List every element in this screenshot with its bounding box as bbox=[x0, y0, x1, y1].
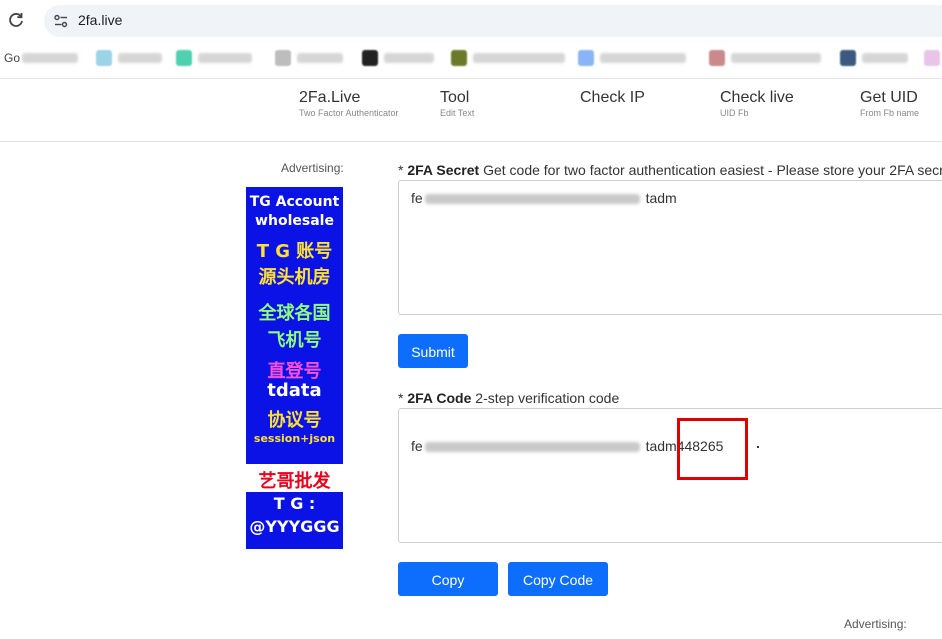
nav-subtitle: Two Factor Authenticator bbox=[299, 108, 399, 118]
blurred-bookmark-text bbox=[473, 53, 565, 63]
bookmark-icon bbox=[451, 50, 467, 66]
nav-2fa-live[interactable]: 2Fa.Live Two Factor Authenticator bbox=[299, 89, 399, 118]
nav-get-uid[interactable]: Get UID From Fb name bbox=[860, 89, 919, 118]
ad-banner[interactable]: TG Account wholesale T G 账号 源头机房 全球各国 飞机… bbox=[246, 187, 343, 549]
nav-title: Tool bbox=[440, 89, 470, 106]
copy-code-button[interactable]: Copy Code bbox=[508, 562, 608, 596]
cursor-dot bbox=[757, 446, 759, 448]
secret-prefix: fe bbox=[411, 190, 423, 206]
blurred-secret bbox=[424, 442, 640, 453]
nav-subtitle: Edit Text bbox=[440, 108, 475, 118]
nav-tool[interactable]: Tool Edit Text bbox=[440, 89, 474, 118]
bookmark-icon bbox=[840, 50, 856, 66]
bookmark-icon bbox=[275, 50, 291, 66]
ad-line: 源头机房 bbox=[258, 267, 331, 288]
ad-line: T G 账号 bbox=[256, 241, 333, 262]
site-settings-icon[interactable] bbox=[53, 13, 69, 29]
nav-title: 2Fa.Live bbox=[299, 89, 361, 106]
blurred-bookmark-text bbox=[118, 53, 162, 63]
bookmark-icon bbox=[176, 50, 192, 66]
blurred-bookmark-text bbox=[731, 53, 821, 63]
reload-icon[interactable] bbox=[6, 10, 26, 30]
code-label: * 2FA Code 2-step verification code bbox=[398, 390, 619, 406]
code-description: 2-step verification code bbox=[471, 390, 620, 406]
nav-title: Check live bbox=[720, 89, 794, 106]
ad-line: 艺哥批发 bbox=[258, 471, 331, 492]
blurred-bookmark-text bbox=[384, 53, 434, 63]
ad-line: session+json bbox=[253, 432, 336, 445]
ad-line: T G : bbox=[273, 494, 316, 513]
ad-line: wholesale bbox=[255, 213, 334, 229]
secret-label: * 2FA Secret Get code for two factor aut… bbox=[398, 162, 942, 178]
bookmark-icon bbox=[362, 50, 378, 66]
secret-value: fe tadm bbox=[411, 190, 677, 206]
nav-title: Check IP bbox=[580, 89, 645, 106]
secret-title: 2FA Secret bbox=[407, 162, 480, 178]
ad-line: @YYYGGG bbox=[249, 517, 340, 536]
ad-line: 协议号 bbox=[267, 410, 322, 431]
blurred-bookmark-text bbox=[297, 53, 343, 63]
browser-toolbar: 2fa.live bbox=[0, 0, 942, 40]
bookmark-label: Go bbox=[4, 51, 21, 65]
advertising-label: Advertising: bbox=[281, 161, 344, 175]
advertising-label: Advertising: bbox=[844, 617, 907, 631]
bookmark-icon bbox=[709, 50, 725, 66]
bookmark-icon bbox=[96, 50, 112, 66]
nav-subtitle: From Fb name bbox=[860, 108, 920, 118]
ad-line: 全球各国 bbox=[258, 303, 331, 324]
blurred-secret bbox=[424, 194, 640, 205]
nav-subtitle: UID Fb bbox=[720, 108, 749, 118]
nav-check-live[interactable]: Check live UID Fb bbox=[720, 89, 794, 118]
nav-check-ip[interactable]: Check IP bbox=[580, 89, 645, 108]
ad-line: TG Account bbox=[249, 194, 340, 210]
secret-suffix: tadm bbox=[645, 190, 677, 206]
bookmark-icon bbox=[924, 50, 940, 66]
code-highlight-box bbox=[677, 418, 748, 480]
blurred-bookmark-text bbox=[600, 53, 686, 63]
required-mark: * bbox=[398, 162, 408, 178]
secret-description: Get code for two factor authentication e… bbox=[479, 162, 942, 178]
submit-button[interactable]: Submit bbox=[398, 334, 468, 368]
ad-line: tdata bbox=[267, 380, 322, 401]
blurred-bookmark-text bbox=[22, 53, 78, 63]
nav-title: Get UID bbox=[860, 89, 918, 106]
required-mark: * bbox=[398, 390, 408, 406]
blurred-bookmark-text bbox=[862, 53, 908, 63]
copy-button[interactable]: Copy bbox=[398, 562, 498, 596]
code-suffix: tadm bbox=[645, 438, 677, 454]
code-prefix: fe bbox=[411, 438, 423, 454]
site-navigation: 2Fa.Live Two Factor Authenticator Tool E… bbox=[0, 78, 942, 142]
secret-textarea[interactable]: fe tadm bbox=[398, 180, 942, 315]
address-bar[interactable]: 2fa.live bbox=[44, 5, 942, 37]
blurred-bookmark-text bbox=[198, 53, 252, 63]
ad-line: 飞机号 bbox=[267, 330, 322, 351]
code-textarea[interactable]: fe tadm448265 bbox=[398, 408, 942, 543]
code-title: 2FA Code bbox=[407, 390, 472, 406]
url-text[interactable]: 2fa.live bbox=[78, 12, 122, 28]
bookmark-icon bbox=[578, 50, 594, 66]
bookmarks-bar: Go bbox=[0, 44, 942, 72]
